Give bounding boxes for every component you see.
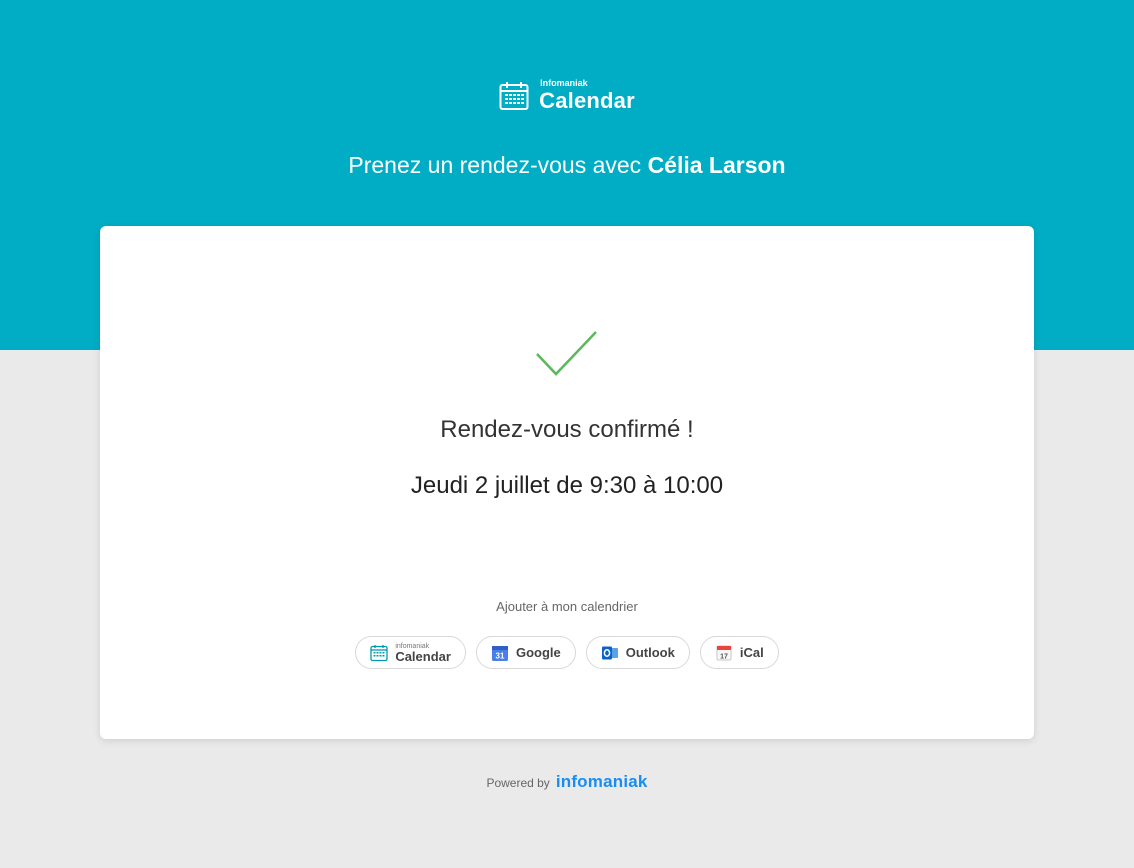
infomaniak-logo[interactable]: infomaniak	[556, 772, 648, 792]
checkmark-icon	[536, 331, 597, 376]
google-button-label: Google	[515, 645, 561, 660]
outlook-icon	[601, 646, 618, 659]
host-name: Célia Larson	[647, 152, 786, 178]
confirmation-card: Rendez-vous confirmé ! Jeudi 2 juillet d…	[100, 226, 1034, 739]
app-logo[interactable]: Infomaniak Calendar	[0, 79, 1134, 112]
logo-text: Infomaniak Calendar	[539, 79, 635, 112]
add-google-calendar-button[interactable]: 31 Google	[475, 636, 576, 669]
powered-by-label: Powered by	[486, 776, 550, 790]
infomaniak-calendar-icon	[370, 644, 388, 661]
infomaniak-calendar-text: infomaniak Calendar	[395, 643, 451, 663]
calendar-buttons: infomaniak Calendar 31 Google Outlook 17…	[100, 636, 1034, 669]
outlook-button-label: Outlook	[625, 645, 675, 660]
confirmation-title: Rendez-vous confirmé !	[440, 416, 694, 443]
calendar-icon	[499, 81, 529, 110]
ical-button-label: iCal	[739, 645, 764, 660]
add-to-calendar-label: Ajouter à mon calendrier	[496, 599, 638, 614]
powered-by-footer: Powered by infomaniak	[0, 772, 1134, 792]
page-title: Prenez un rendez-vous avec Célia Larson	[0, 152, 1134, 179]
ical-icon: 17	[716, 645, 732, 660]
logo-brand-small: Infomaniak	[540, 78, 588, 88]
svg-text:31: 31	[496, 651, 505, 660]
add-ical-button[interactable]: 17 iCal	[699, 636, 779, 669]
svg-text:17: 17	[720, 653, 728, 660]
appointment-datetime: Jeudi 2 juillet de 9:30 à 10:00	[410, 472, 724, 499]
page-title-prefix: Prenez un rendez-vous avec	[348, 152, 648, 178]
calendar-button-label: Calendar	[395, 648, 451, 664]
add-infomaniak-calendar-button[interactable]: infomaniak Calendar	[355, 636, 466, 669]
add-outlook-button[interactable]: Outlook	[585, 636, 690, 669]
logo-brand-big: Calendar	[539, 88, 635, 113]
google-calendar-icon: 31	[491, 645, 508, 661]
